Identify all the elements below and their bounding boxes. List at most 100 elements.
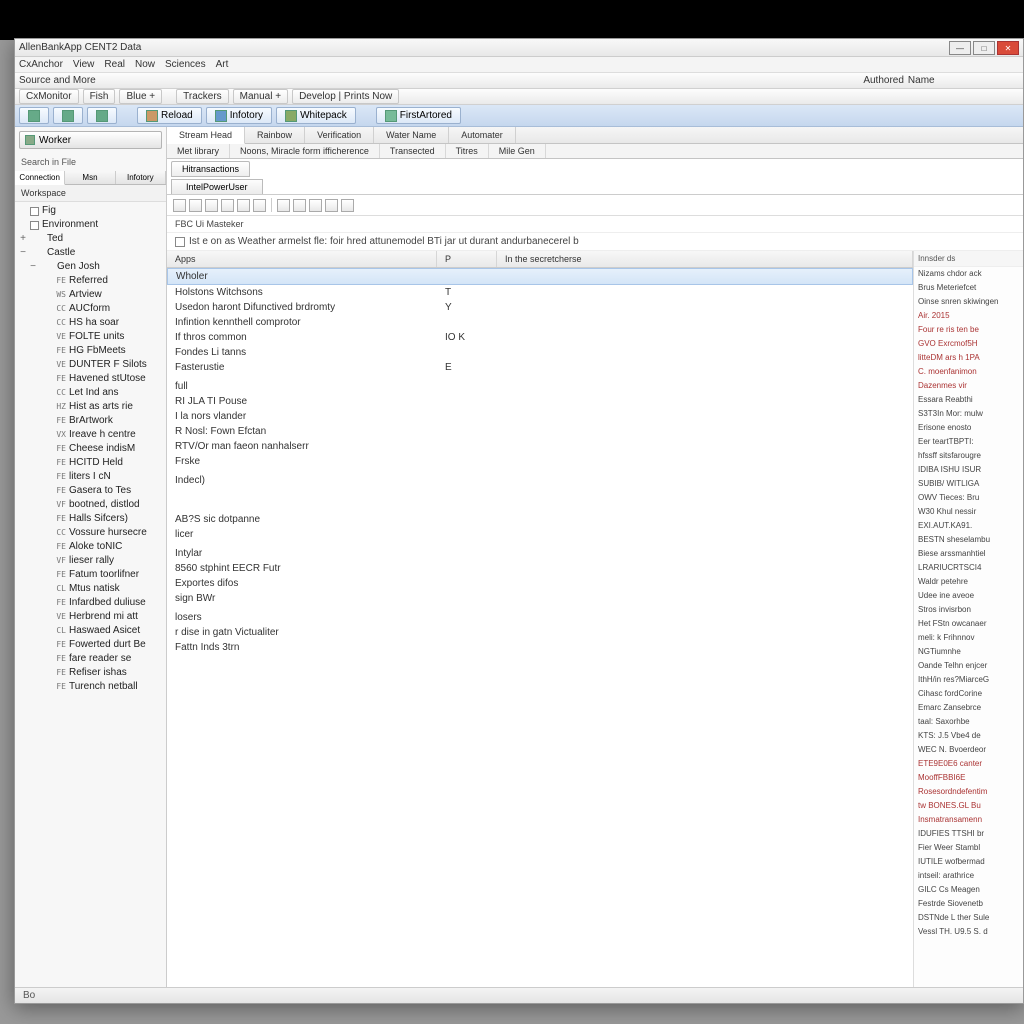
list-item[interactable]: EXI.AUT.KA91.: [914, 519, 1023, 533]
list-item[interactable]: IDIBA ISHU ISUR: [914, 463, 1023, 477]
sub-tab[interactable]: IntelPowerUser: [171, 179, 263, 194]
tab[interactable]: Rainbow: [245, 127, 305, 143]
ribbon-button[interactable]: [87, 107, 117, 124]
tool-icon[interactable]: [253, 199, 266, 212]
tree-node[interactable]: VFlieser rally: [17, 554, 164, 568]
list-item[interactable]: W30 Khul nessir: [914, 505, 1023, 519]
table-body[interactable]: WholerHolstons WitchsonsTUsedon haront D…: [167, 268, 913, 1001]
tool-icon[interactable]: [173, 199, 186, 212]
list-item[interactable]: GVO Exrcmof5H: [914, 337, 1023, 351]
list-item[interactable]: Waldr petehre: [914, 575, 1023, 589]
tool-button[interactable]: Blue +: [119, 89, 162, 104]
tree-node[interactable]: +Ted: [17, 232, 164, 246]
list-item[interactable]: Oande Telhn enjcer: [914, 659, 1023, 673]
list-item[interactable]: Emarc Zansebrce: [914, 701, 1023, 715]
table-row[interactable]: sign BWr: [167, 591, 913, 606]
table-row[interactable]: FasterustieE: [167, 360, 913, 375]
tab[interactable]: Noons, Miracle form ifficherence: [230, 144, 380, 158]
tree-node[interactable]: CCHS ha soar: [17, 316, 164, 330]
table-row[interactable]: Wholer: [167, 268, 913, 285]
tool-button[interactable]: Develop | Prints Now: [292, 89, 399, 104]
table-row[interactable]: R Nosl: Fown Efctan: [167, 424, 913, 439]
tool-button[interactable]: CxMonitor: [19, 89, 79, 104]
table-row[interactable]: Fattn Inds 3trn: [167, 640, 913, 655]
list-item[interactable]: Udee ine aveoe: [914, 589, 1023, 603]
tab[interactable]: Mile Gen: [489, 144, 546, 158]
list-item[interactable]: Festrde Siovenetb: [914, 897, 1023, 911]
tab[interactable]: Met library: [167, 144, 230, 158]
tab[interactable]: Verification: [305, 127, 374, 143]
tab[interactable]: Stream Head: [167, 127, 245, 144]
ribbon-button[interactable]: Reload: [137, 107, 202, 124]
ribbon-button[interactable]: Whitepack: [276, 107, 356, 124]
list-item[interactable]: GILC Cs Meagen: [914, 883, 1023, 897]
tree-node[interactable]: WSArtview: [17, 288, 164, 302]
list-item[interactable]: Stros invisrbon: [914, 603, 1023, 617]
list-item[interactable]: ETE9E0E6 canter: [914, 757, 1023, 771]
ribbon-button[interactable]: [19, 107, 49, 124]
tree-node[interactable]: VEHerbrend mi att: [17, 610, 164, 624]
tree-node[interactable]: CLHaswaed Asicet: [17, 624, 164, 638]
list-item[interactable]: Four re ris ten be: [914, 323, 1023, 337]
list-item[interactable]: IUTILE wofbermad: [914, 855, 1023, 869]
list-item[interactable]: Oinse snren skiwingen: [914, 295, 1023, 309]
tree-node[interactable]: VFbootned, distlod: [17, 498, 164, 512]
worker-button[interactable]: Worker: [19, 131, 162, 149]
list-item[interactable]: Het FStn owcanaer: [914, 617, 1023, 631]
tree-node[interactable]: FEHG FbMeets: [17, 344, 164, 358]
minimize-button[interactable]: —: [949, 41, 971, 55]
menu-item[interactable]: Art: [216, 59, 229, 70]
list-item[interactable]: Brus Meteriefcet: [914, 281, 1023, 295]
list-item[interactable]: Erisone enosto: [914, 421, 1023, 435]
tree-node[interactable]: FEInfardbed duliuse: [17, 596, 164, 610]
table-row[interactable]: RTV/Or man faeon nanhalserr: [167, 439, 913, 454]
table-row[interactable]: Exportes difos: [167, 576, 913, 591]
table-row[interactable]: Fondes Li tanns: [167, 345, 913, 360]
table-row[interactable]: Intylar: [167, 546, 913, 561]
tool-icon[interactable]: [237, 199, 250, 212]
tab[interactable]: Water Name: [374, 127, 449, 143]
tree-view[interactable]: FigEnvironment+Ted−Castle−Gen JoshFERefe…: [15, 202, 166, 1001]
tree-node[interactable]: FEFatum toorlifner: [17, 568, 164, 582]
tree-node[interactable]: FEGasera to Tes: [17, 484, 164, 498]
tree-node[interactable]: FECheese indisM: [17, 442, 164, 456]
menu-item[interactable]: CxAnchor: [19, 59, 63, 70]
list-item[interactable]: Vessl TH. U9.5 S. d: [914, 925, 1023, 939]
table-row[interactable]: Frske: [167, 454, 913, 469]
table-row[interactable]: Indecl): [167, 473, 913, 488]
tab[interactable]: Titres: [446, 144, 489, 158]
list-item[interactable]: NGTiumnhe: [914, 645, 1023, 659]
list-item[interactable]: BESTN sheselambu: [914, 533, 1023, 547]
list-item[interactable]: Fier Weer Stambl: [914, 841, 1023, 855]
ribbon-button[interactable]: Infotory: [206, 107, 272, 124]
column-header[interactable]: In the secretcherse: [497, 251, 913, 267]
list-item[interactable]: tw BONES.GL Bu: [914, 799, 1023, 813]
tree-node[interactable]: CCLet Ind ans: [17, 386, 164, 400]
tree-node[interactable]: VXIreave h centre: [17, 428, 164, 442]
ribbon-button[interactable]: FirstArtored: [376, 107, 461, 124]
tree-node[interactable]: FEAloke toNIC: [17, 540, 164, 554]
tree-node[interactable]: FEBrArtwork: [17, 414, 164, 428]
tree-node[interactable]: CCVossure hursecre: [17, 526, 164, 540]
table-row[interactable]: If thros commonIO K: [167, 330, 913, 345]
table-row[interactable]: Usedon haront Difunctived brdromtyY: [167, 300, 913, 315]
list-item[interactable]: Biese arssmanhtiel: [914, 547, 1023, 561]
list-item[interactable]: Rosesordndefentim: [914, 785, 1023, 799]
menu-item[interactable]: Real: [104, 59, 125, 70]
list-item[interactable]: KTS: J.5 Vbe4 de: [914, 729, 1023, 743]
column-header[interactable]: P: [437, 251, 497, 267]
tool-icon[interactable]: [277, 199, 290, 212]
tool-icon[interactable]: [221, 199, 234, 212]
list-item[interactable]: taal: Saxorhbe: [914, 715, 1023, 729]
tree-node[interactable]: HZHist as arts rie: [17, 400, 164, 414]
list-item[interactable]: Air. 2015: [914, 309, 1023, 323]
sidebar-tab[interactable]: Infotory: [116, 171, 166, 184]
tree-node[interactable]: FEHalls Sifcers): [17, 512, 164, 526]
tool-icon[interactable]: [189, 199, 202, 212]
table-row[interactable]: 8560 stphint EECR Futr: [167, 561, 913, 576]
tree-node[interactable]: VEDUNTER F Silots: [17, 358, 164, 372]
tool-icon[interactable]: [341, 199, 354, 212]
table-row[interactable]: RI JLA TI Pouse: [167, 394, 913, 409]
tree-node[interactable]: FEReferred: [17, 274, 164, 288]
close-button[interactable]: ✕: [997, 41, 1019, 55]
